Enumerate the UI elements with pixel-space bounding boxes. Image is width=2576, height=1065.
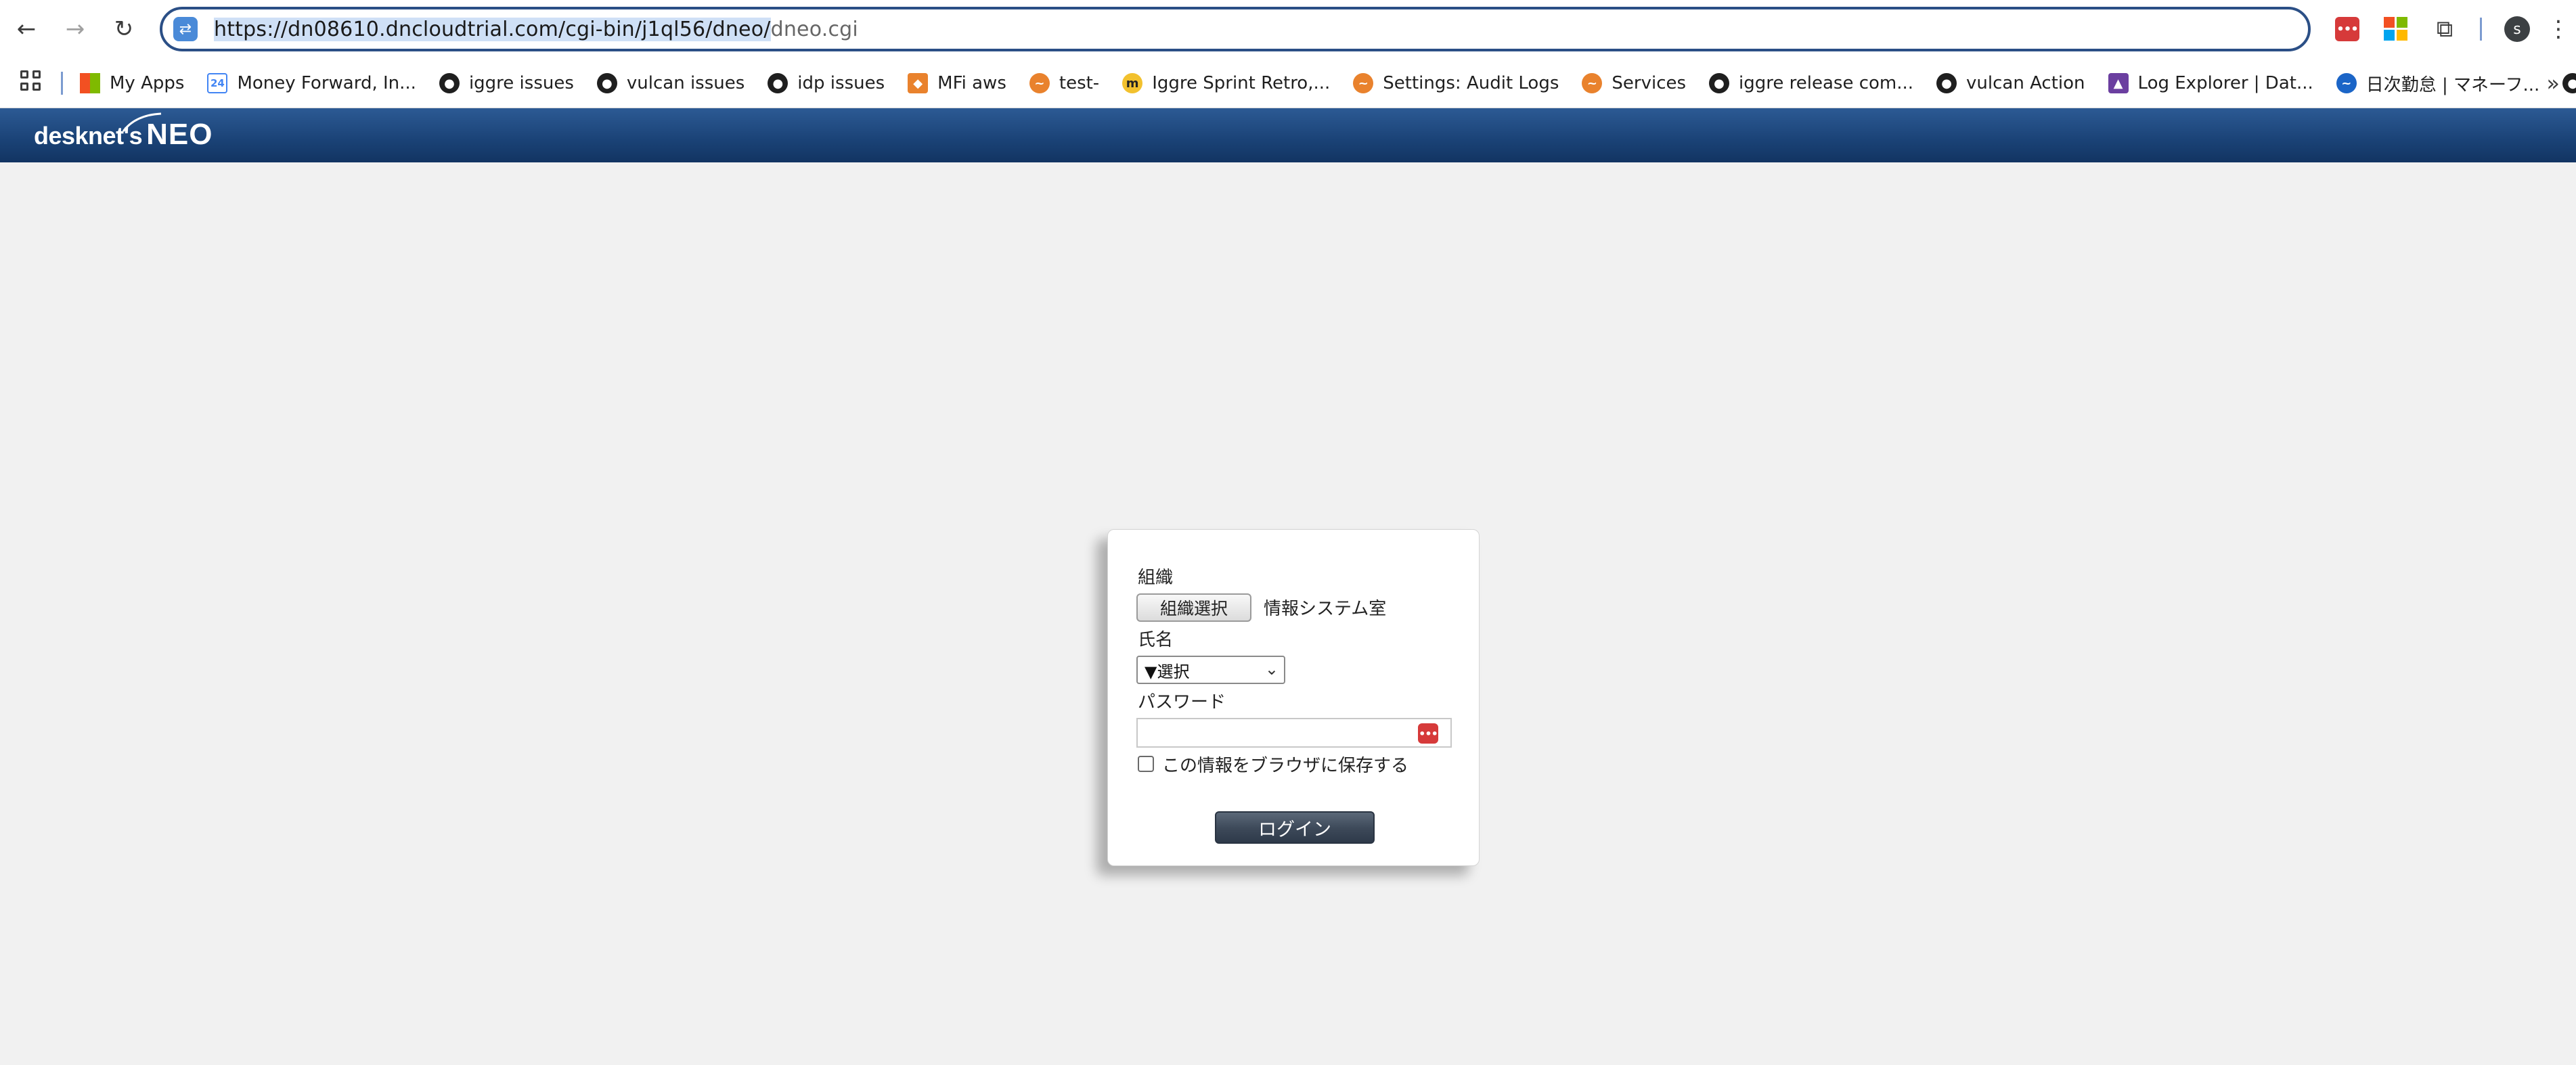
organization-select-button[interactable]: 組織選択 (1136, 593, 1251, 622)
bookmark-item[interactable]: ● vulcan issues (596, 73, 745, 93)
name-label: 氏名 (1138, 630, 1174, 650)
bookmark-label: Money Forward, In... (237, 73, 416, 93)
password-input[interactable]: ••• (1136, 718, 1452, 748)
microsoft-extension-icon[interactable] (2384, 17, 2408, 41)
bookmark-item[interactable]: ● iggre release com... (1709, 73, 1913, 93)
desknets-neo-logo[interactable]: desknet's NEO (34, 112, 213, 152)
bookmark-item[interactable]: ~ Settings: Audit Logs (1353, 73, 1559, 93)
bookmark-label: Iggre Sprint Retro,... (1152, 73, 1331, 93)
bookmark-yellow-icon: m (1122, 73, 1143, 93)
apps-grid-icon[interactable] (20, 70, 43, 93)
password-manager-icon[interactable]: ••• (1418, 723, 1438, 744)
bookmark-aws-icon: ◆ (908, 73, 929, 93)
back-arrow-icon[interactable]: ← (9, 12, 43, 46)
login-button[interactable]: ログイン (1215, 811, 1375, 844)
bookmark-orange-icon: ~ (1353, 73, 1374, 93)
bookmark-github-icon: ● (2562, 73, 2576, 93)
bookmark-label: vulcan issues (626, 73, 745, 93)
bookmark-label: Log Explorer | Dat... (2137, 73, 2313, 93)
chevron-down-icon: ⌄ (1264, 660, 1279, 679)
bookmark-github-icon: ● (768, 73, 789, 93)
site-info-icon[interactable]: ⇄ (173, 17, 198, 41)
password-manager-extension-icon[interactable]: ••• (2335, 17, 2359, 41)
bookmark-orange-icon: ~ (1029, 73, 1050, 93)
url-main: https://dn08610.dncloudtrial.com/cgi-bin… (214, 17, 771, 41)
bookmark-cal-icon: 24 (207, 73, 228, 93)
name-select-value: ▼選択 (1145, 662, 1190, 681)
bookmark-github-icon: ● (1936, 73, 1957, 93)
organization-value: 情報システム室 (1264, 599, 1387, 619)
browser-toolbar: ← → ↻ ⇄ https://dn08610.dncloudtrial.com… (0, 0, 2576, 58)
bookmark-item[interactable]: ~ 日次勤怠 | マネーフ... (2336, 71, 2540, 96)
bookmark-item[interactable]: ● idp issues (768, 73, 885, 93)
bookmark-item[interactable]: ● iggre issues (439, 73, 574, 93)
bookmark-item[interactable]: ● vulcan Action (1936, 73, 2085, 93)
bookmark-label: test- (1059, 73, 1100, 93)
login-card: 組織 組織選択 情報システム室 氏名 ▼選択 ⌄ パスワード ••• この情報を… (1107, 529, 1480, 866)
bookmarks-divider (61, 72, 63, 95)
organization-label: 組織 (1138, 568, 1174, 588)
name-select[interactable]: ▼選択 ⌄ (1136, 656, 1285, 684)
bookmark-item[interactable]: 24 Money Forward, In... (207, 73, 416, 93)
bookmark-item[interactable]: ●iggre project (2562, 73, 2576, 93)
bookmark-github-icon: ● (596, 73, 617, 93)
bookmark-label: My Apps (110, 73, 185, 93)
toolbar-divider (2480, 18, 2482, 41)
bookmark-label: idp issues (797, 73, 885, 93)
bookmark-item[interactable]: ~ Services (1582, 73, 1686, 93)
bookmarks-list: My Apps 24 Money Forward, In... ● iggre issu… (80, 58, 2576, 108)
bookmark-item[interactable]: ~ test- (1029, 73, 1099, 93)
address-bar[interactable]: ⇄ https://dn08610.dncloudtrial.com/cgi-b… (160, 7, 2311, 51)
bookmark-item[interactable]: My Apps (80, 73, 184, 93)
bookmark-label: vulcan Action (1966, 73, 2085, 93)
url-text[interactable]: https://dn08610.dncloudtrial.com/cgi-bin… (214, 17, 858, 41)
bookmark-blue-icon: ~ (2336, 73, 2357, 93)
app-header: desknet's NEO (0, 108, 2576, 162)
bookmark-ms-icon (80, 73, 100, 93)
logo-swoosh-icon (122, 112, 162, 132)
bookmark-label: Settings: Audit Logs (1383, 73, 1559, 93)
bookmark-purple-icon: ▲ (2108, 73, 2129, 93)
bookmarks-bar: My Apps 24 Money Forward, In... ● iggre issu… (0, 58, 2576, 108)
bookmark-label: Services (1612, 73, 1687, 93)
url-rest: dneo.cgi (770, 17, 858, 41)
bookmark-item[interactable]: m Iggre Sprint Retro,... (1122, 73, 1330, 93)
bookmark-label: 日次勤怠 | マネーフ... (2366, 74, 2540, 95)
save-credentials-checkbox[interactable] (1138, 756, 1154, 772)
puzzle-icon[interactable]: ⧉ (2433, 16, 2457, 43)
kebab-menu-icon[interactable]: ⋮ (2547, 12, 2570, 46)
forward-arrow-icon[interactable]: → (58, 12, 92, 46)
reload-icon[interactable]: ↻ (107, 12, 141, 46)
profile-avatar[interactable]: s (2504, 16, 2530, 42)
bookmark-orange-icon: ~ (1582, 73, 1603, 93)
bookmark-label: MFi aws (937, 73, 1006, 93)
bookmark-github-icon: ● (439, 73, 460, 93)
bookmarks-overflow-icon[interactable]: » (2546, 70, 2560, 96)
bookmark-label: iggre issues (468, 73, 574, 93)
bookmark-github-icon: ● (1709, 73, 1730, 93)
password-label: パスワード (1138, 692, 1226, 712)
save-credentials-label[interactable]: この情報をブラウザに保存する (1162, 752, 1408, 777)
bookmark-item[interactable]: ▲ Log Explorer | Dat... (2108, 73, 2313, 93)
bookmark-label: iggre release com... (1739, 73, 1914, 93)
bookmark-item[interactable]: ◆ MFi aws (908, 73, 1006, 93)
